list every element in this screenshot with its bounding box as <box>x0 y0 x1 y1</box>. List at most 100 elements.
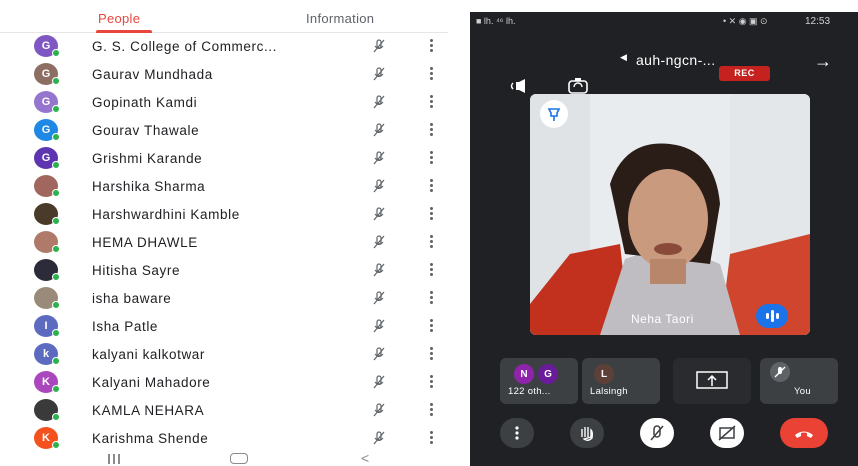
more-vert-icon[interactable] <box>430 207 434 221</box>
participant-row[interactable]: I Isha Patle <box>0 312 448 340</box>
tile-avatar-l: L <box>594 364 614 384</box>
mic-off-icon[interactable] <box>371 94 387 110</box>
avatar: G <box>34 35 60 57</box>
participant-name: Grishmi Karande <box>92 151 203 166</box>
participant-row[interactable]: G Gaurav Mundhada <box>0 60 448 88</box>
mic-off-icon[interactable] <box>371 234 387 250</box>
mic-off-icon[interactable] <box>371 206 387 222</box>
participant-tile-presentation[interactable] <box>673 358 751 404</box>
participant-row[interactable]: isha baware <box>0 284 448 312</box>
speaker-icon[interactable] <box>505 78 527 94</box>
mic-off-icon[interactable] <box>371 122 387 138</box>
participant-row[interactable]: K Kalyani Mahadore <box>0 368 448 396</box>
microphone-button[interactable] <box>640 418 674 448</box>
mic-off-icon[interactable] <box>371 402 387 418</box>
recents-icon[interactable] <box>108 454 120 464</box>
more-vert-icon[interactable] <box>430 291 434 305</box>
participant-tile-lalsingh[interactable]: L Lalsingh <box>582 358 660 404</box>
camera-button[interactable] <box>710 418 744 448</box>
more-vert-icon[interactable] <box>430 403 434 417</box>
mic-off-icon[interactable] <box>371 150 387 166</box>
more-vert-icon[interactable] <box>430 95 434 109</box>
avatar: G <box>34 63 60 85</box>
mic-off-icon[interactable] <box>371 374 387 390</box>
avatar <box>34 259 60 281</box>
online-indicator <box>52 329 60 337</box>
participant-name: isha baware <box>92 291 172 306</box>
more-vert-icon[interactable] <box>430 123 434 137</box>
online-indicator <box>52 413 60 421</box>
speaker-name: Neha Taori <box>631 312 694 326</box>
raise-hand-button[interactable] <box>570 418 604 448</box>
participant-row[interactable]: Hitisha Sayre <box>0 256 448 284</box>
more-vert-icon[interactable] <box>430 151 434 165</box>
participant-tile-others[interactable]: N G 122 oth... <box>500 358 578 404</box>
online-indicator <box>52 105 60 113</box>
tile-avatar-g: G <box>538 364 558 384</box>
tab-people[interactable]: People <box>98 11 140 26</box>
switch-camera-icon[interactable] <box>567 76 589 96</box>
more-vert-icon[interactable] <box>430 431 434 445</box>
pin-icon[interactable] <box>540 100 568 128</box>
online-indicator <box>52 245 60 253</box>
more-vert-icon[interactable] <box>430 319 434 333</box>
tab-information[interactable]: Information <box>306 11 374 26</box>
mic-off-icon[interactable] <box>371 66 387 82</box>
participant-row[interactable]: G Grishmi Karande <box>0 144 448 172</box>
participant-tile-you[interactable]: You <box>760 358 838 404</box>
more-vert-icon[interactable] <box>430 179 434 193</box>
mic-off-icon[interactable] <box>371 430 387 446</box>
participant-row[interactable]: HEMA DHAWLE <box>0 228 448 256</box>
participant-name: Kalyani Mahadore <box>92 375 211 390</box>
speaker-video[interactable]: Neha Taori <box>530 94 810 335</box>
back-icon[interactable]: < <box>361 450 369 466</box>
more-vert-icon[interactable] <box>430 263 434 277</box>
avatar: k <box>34 343 60 365</box>
participant-name: kalyani kalkotwar <box>92 347 205 362</box>
present-screen-icon <box>696 371 728 389</box>
participants-panel: People Information G G. S. College of Com… <box>0 0 448 466</box>
arrow-icon[interactable]: → <box>814 51 832 72</box>
online-indicator <box>52 161 60 169</box>
tile-label: Lalsingh <box>590 386 628 397</box>
more-vert-icon[interactable] <box>430 347 434 361</box>
tile-avatar-n: N <box>514 364 534 384</box>
mic-off-icon[interactable] <box>371 290 387 306</box>
more-vert-icon[interactable] <box>430 235 434 249</box>
audio-level-icon <box>756 304 788 328</box>
mic-off-icon[interactable] <box>371 318 387 334</box>
more-options-button[interactable] <box>500 418 534 448</box>
more-vert-icon[interactable] <box>430 39 434 53</box>
participant-row[interactable]: Harshika Sharma <box>0 172 448 200</box>
participant-row[interactable]: KAMLA NEHARA <box>0 396 448 424</box>
home-icon[interactable] <box>230 453 248 464</box>
mic-off-icon[interactable] <box>371 178 387 194</box>
online-indicator <box>52 357 60 365</box>
more-vert-icon[interactable] <box>430 375 434 389</box>
online-indicator <box>52 133 60 141</box>
avatar: G <box>34 119 60 141</box>
mic-off-icon[interactable] <box>371 38 387 54</box>
avatar: K <box>34 371 60 393</box>
more-vert-icon[interactable] <box>430 67 434 81</box>
participant-row[interactable]: G Gourav Thawale <box>0 116 448 144</box>
online-indicator <box>52 273 60 281</box>
avatar: G <box>34 147 60 169</box>
avatar <box>34 231 60 253</box>
mic-off-icon[interactable] <box>371 262 387 278</box>
participant-name: Isha Patle <box>92 319 159 334</box>
participant-row[interactable]: G G. S. College of Commerc... <box>0 32 448 60</box>
participant-row[interactable]: Harshwardhini Kamble <box>0 200 448 228</box>
tab-bar: People Information <box>0 0 448 33</box>
call-top-bar: ◀ auh-ngcn-... → <box>470 38 858 98</box>
mic-off-icon[interactable] <box>371 346 387 362</box>
participant-row[interactable]: k kalyani kalkotwar <box>0 340 448 368</box>
rec-badge: REC <box>719 66 770 81</box>
expand-icon[interactable]: ◀ <box>620 52 627 63</box>
avatar: G <box>34 91 60 113</box>
participant-name: Harshwardhini Kamble <box>92 207 240 222</box>
participant-row[interactable]: G Gopinath Kamdi <box>0 88 448 116</box>
participant-name: Gopinath Kamdi <box>92 95 198 110</box>
muted-icon <box>770 362 790 382</box>
hang-up-button[interactable] <box>780 418 828 448</box>
